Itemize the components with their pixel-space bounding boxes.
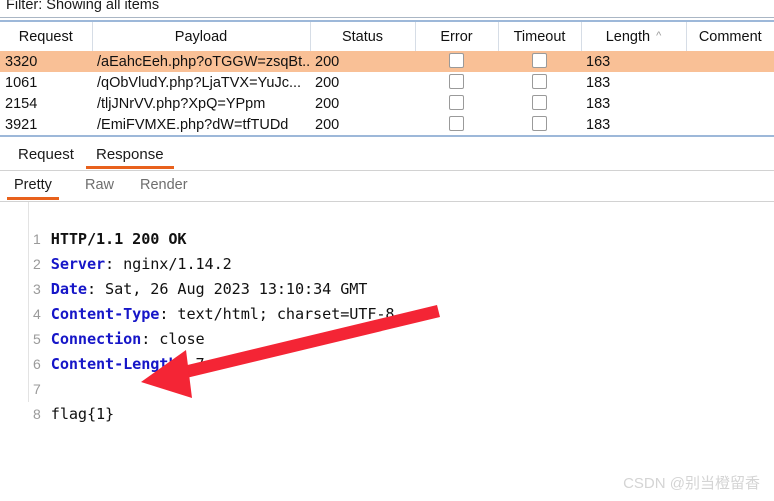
cell-error[interactable] <box>415 72 498 93</box>
error-checkbox[interactable] <box>449 116 464 131</box>
column-header-request-label: Request <box>18 28 73 45</box>
timeout-checkbox[interactable] <box>532 74 547 89</box>
code-line: 6 Content-Length: 7 <box>0 327 774 373</box>
cell-status: 200 <box>315 116 340 133</box>
code-line: 3 Date: Sat, 26 Aug 2023 13:10:34 GMT <box>0 252 774 298</box>
tab-pretty[interactable]: Pretty <box>7 172 59 200</box>
cell-request: 1061 <box>5 74 38 91</box>
column-header-length[interactable]: Length ^ <box>581 22 687 51</box>
tab-response[interactable]: Response <box>86 140 174 169</box>
column-header-status-label: Status <box>341 28 384 45</box>
cell-payload: /EmiFVMXE.php?dW=tfTUDd <box>97 116 289 133</box>
view-tab-bar: Pretty Raw Render <box>0 172 774 202</box>
cell-request: 3320 <box>0 51 92 72</box>
timeout-checkbox[interactable] <box>532 116 547 131</box>
watermark: CSDN @别当橙留香 <box>623 475 760 492</box>
cell-error[interactable] <box>415 114 498 135</box>
column-header-timeout-label: Timeout <box>513 28 566 45</box>
gutter-divider <box>28 252 29 277</box>
cell-payload: /qObVludY.php?LjaTVX=YuJc... <box>97 74 302 91</box>
cell-request: 3921 <box>5 116 38 133</box>
line-number: 8 <box>32 406 41 422</box>
gutter-divider <box>28 327 29 352</box>
cell-comment[interactable] <box>686 51 774 72</box>
cell-error[interactable] <box>415 93 498 114</box>
cell-status: 200 <box>315 95 340 112</box>
gutter-divider <box>28 352 29 377</box>
table-header-row: Request Payload Status Error Timeout Len… <box>0 22 774 51</box>
cell-timeout[interactable] <box>498 114 581 135</box>
column-header-payload-label: Payload <box>174 28 228 45</box>
code-line: 2 Server: nginx/1.14.2 <box>0 227 774 273</box>
column-header-comment-label: Comment <box>698 28 762 45</box>
column-header-error-label: Error <box>440 28 473 45</box>
gutter-divider <box>28 302 29 327</box>
gutter-divider <box>28 277 29 302</box>
gutter-divider <box>28 377 29 402</box>
cell-length: 183 <box>586 116 611 133</box>
gutter-divider <box>28 227 29 252</box>
tab-request[interactable]: Request <box>8 140 84 169</box>
message-tab-bar: Request Response <box>0 140 774 171</box>
error-checkbox[interactable] <box>449 95 464 110</box>
response-viewer[interactable]: 1 HTTP/1.1 200 OK 2 Server: nginx/1.14.2 3… <box>0 202 774 501</box>
tab-raw[interactable]: Raw <box>78 172 121 200</box>
column-header-length-label: Length <box>605 28 651 45</box>
code-body-flag: flag{1} <box>50 405 115 423</box>
cell-comment[interactable] <box>686 93 774 114</box>
results-table[interactable]: Request Payload Status Error Timeout Len… <box>0 20 774 137</box>
cell-timeout[interactable] <box>498 51 581 72</box>
timeout-checkbox[interactable] <box>532 95 547 110</box>
cell-length: 183 <box>586 74 611 91</box>
timeout-checkbox[interactable] <box>532 53 547 68</box>
code-line: 1 HTTP/1.1 200 OK <box>0 202 774 248</box>
tab-render[interactable]: Render <box>133 172 195 200</box>
cell-timeout[interactable] <box>498 72 581 93</box>
code-line: 7 <box>0 352 774 397</box>
table-row[interactable]: 2154 /tljJNrVV.php?XpQ=YPpm 200 183 <box>0 93 774 114</box>
cell-error[interactable] <box>415 51 498 72</box>
cell-status: 200 <box>315 74 340 91</box>
table-row[interactable]: 1061 /qObVludY.php?LjaTVX=YuJc... 200 18… <box>0 72 774 93</box>
column-header-timeout[interactable]: Timeout <box>498 22 582 51</box>
column-header-status[interactable]: Status <box>310 22 416 51</box>
cell-status: 200 <box>310 51 415 72</box>
column-header-error[interactable]: Error <box>415 22 499 51</box>
cell-length: 163 <box>581 51 686 72</box>
column-header-payload[interactable]: Payload <box>92 22 311 51</box>
gutter-divider <box>28 202 29 227</box>
sort-ascending-icon: ^ <box>656 29 662 42</box>
filter-bar[interactable]: Filter: Showing all items <box>0 0 774 18</box>
cell-payload: /aEahcEeh.php?oTGGW=zsqBt... <box>92 51 310 72</box>
code-line: 8 flag{1} <box>0 377 774 423</box>
code-line: 5 Connection: close <box>0 302 774 348</box>
code-line: 4 Content-Type: text/html; charset=UTF-8 <box>0 277 774 323</box>
column-header-comment[interactable]: Comment <box>686 22 774 51</box>
cell-length: 183 <box>586 95 611 112</box>
column-header-request[interactable]: Request <box>0 22 93 51</box>
cell-timeout[interactable] <box>498 93 581 114</box>
table-row[interactable]: 3320 /aEahcEeh.php?oTGGW=zsqBt... 200 16… <box>0 51 774 72</box>
error-checkbox[interactable] <box>449 74 464 89</box>
table-row[interactable]: 3921 /EmiFVMXE.php?dW=tfTUDd 200 183 <box>0 114 774 135</box>
error-checkbox[interactable] <box>449 53 464 68</box>
cell-comment[interactable] <box>686 72 774 93</box>
cell-comment[interactable] <box>686 114 774 135</box>
cell-request: 2154 <box>5 95 38 112</box>
cell-payload: /tljJNrVV.php?XpQ=YPpm <box>97 95 266 112</box>
